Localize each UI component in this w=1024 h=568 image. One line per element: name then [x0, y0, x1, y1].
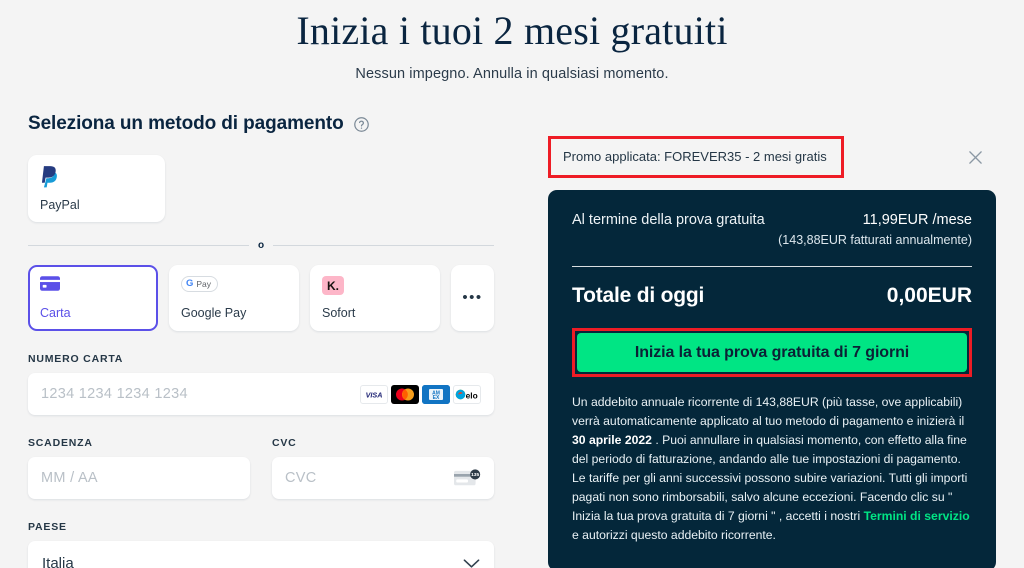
google-g-glyph: G	[186, 278, 194, 289]
divider-line-left	[28, 245, 249, 246]
credit-card-icon	[40, 276, 60, 291]
cvc-label: CVC	[272, 437, 297, 449]
mastercard-icon	[391, 384, 419, 404]
expiry-input[interactable]: MM / AA	[28, 457, 250, 499]
payment-tile-label: PayPal	[40, 198, 80, 212]
svg-text:elo: elo	[466, 390, 478, 400]
promo-applied-text: Promo applicata: FOREVER35 - 2 mesi grat…	[563, 149, 827, 164]
cvc-field-group: CVC CVC 135	[272, 437, 494, 499]
svg-text:135: 135	[471, 472, 479, 478]
payment-tile-label: Sofort	[322, 306, 356, 320]
svg-text:EX: EX	[433, 395, 440, 401]
monthly-price: 11,99EUR /mese	[862, 212, 972, 228]
klarna-icon: K.	[322, 276, 344, 295]
payment-tile-paypal[interactable]: PayPal	[28, 155, 165, 222]
summary-divider	[572, 266, 972, 267]
expiry-field-group: SCADENZA MM / AA	[28, 437, 250, 499]
card-number-input[interactable]: 1234 1234 1234 1234 VISA AM EX elo	[28, 373, 494, 415]
promo-row: Promo applicata: FOREVER35 - 2 mesi grat…	[548, 135, 996, 179]
fine-print-date: 30 aprile 2022	[572, 433, 652, 447]
more-payment-methods-button[interactable]: •••	[451, 265, 494, 331]
total-label: Totale di oggi	[572, 284, 705, 307]
expiry-cvc-row: SCADENZA MM / AA CVC CVC 135	[28, 437, 494, 499]
total-value: 0,00EUR	[886, 284, 972, 307]
google-pay-icon: G Pay	[181, 276, 219, 292]
order-summary-panel: Promo applicata: FOREVER35 - 2 mesi grat…	[548, 135, 996, 568]
annual-billing-note: (143,88EUR fatturati annualmente)	[778, 233, 972, 247]
payment-tile-label: Google Pay	[181, 306, 247, 320]
cvc-input[interactable]: CVC 135	[272, 457, 494, 499]
amex-icon: AM EX	[422, 384, 450, 404]
country-select[interactable]: Italia	[28, 541, 494, 568]
payment-tile-carta[interactable]: Carta	[28, 265, 158, 331]
payment-method-tiles: Carta G Pay Google Pay K. Sofort •••	[28, 265, 494, 331]
checkout-page: Inizia i tuoi 2 mesi gratuiti Nessun imp…	[0, 0, 1024, 568]
expiry-placeholder: MM / AA	[41, 470, 98, 486]
card-number-label: NUMERO CARTA	[28, 353, 124, 365]
visa-icon: VISA	[360, 384, 388, 404]
hero-section: Inizia i tuoi 2 mesi gratuiti Nessun imp…	[0, 0, 1024, 82]
terms-of-service-link[interactable]: Termini di servizio	[864, 509, 970, 523]
country-label: PAESE	[28, 521, 67, 533]
fine-print: Un addebito annuale ricorrente di 143,88…	[572, 393, 972, 545]
svg-text:VISA: VISA	[366, 390, 383, 399]
google-pay-text: Pay	[196, 278, 212, 289]
summary-card: Al termine della prova gratuita 11,99EUR…	[548, 190, 996, 568]
start-free-trial-button[interactable]: Inizia la tua prova gratuita di 7 giorni	[577, 333, 967, 372]
or-divider: o	[28, 240, 495, 251]
page-title: Inizia i tuoi 2 mesi gratuiti	[296, 8, 728, 53]
page-subtitle: Nessun impegno. Annulla in qualsiasi mom…	[355, 66, 669, 82]
or-label: o	[257, 240, 265, 251]
payment-tile-label: Carta	[40, 306, 71, 320]
cvc-placeholder: CVC	[285, 470, 317, 486]
cta-highlight: Inizia la tua prova gratuita di 7 giorni	[572, 328, 972, 377]
promo-applied-highlight: Promo applicata: FOREVER35 - 2 mesi grat…	[548, 136, 844, 178]
close-icon[interactable]	[968, 150, 983, 165]
payment-tile-google-pay[interactable]: G Pay Google Pay	[169, 265, 299, 331]
trial-end-label: Al termine della prova gratuita	[572, 212, 765, 228]
trial-price-row: Al termine della prova gratuita 11,99EUR…	[572, 212, 972, 247]
fine-print-part1: Un addebito annuale ricorrente di 143,88…	[572, 395, 965, 428]
payment-tile-sofort[interactable]: K. Sofort	[310, 265, 440, 331]
country-value: Italia	[42, 555, 74, 568]
payment-section-header: Seleziona un metodo di pagamento	[28, 113, 494, 135]
question-mark-circle-icon[interactable]	[353, 116, 370, 133]
chevron-down-icon	[463, 559, 480, 568]
payment-method-panel: Seleziona un metodo di pagamento PayPal …	[28, 113, 495, 568]
payment-section-title: Seleziona un metodo di pagamento	[28, 113, 344, 134]
country-field-group: PAESE Italia	[28, 521, 494, 568]
elo-icon: elo	[453, 384, 481, 404]
ellipsis-icon: •••	[462, 289, 483, 306]
card-cvc-icon: 135	[454, 468, 481, 485]
card-number-placeholder: 1234 1234 1234 1234	[41, 386, 188, 402]
total-row: Totale di oggi 0,00EUR	[572, 284, 972, 308]
fine-print-part3: e autorizzi questo addebito ricorrente.	[572, 528, 776, 542]
divider-line-right	[273, 245, 495, 246]
card-number-field-group: NUMERO CARTA 1234 1234 1234 1234 VISA AM…	[28, 353, 494, 415]
price-block: 11,99EUR /mese (143,88EUR fatturati annu…	[778, 212, 972, 247]
expiry-label: SCADENZA	[28, 437, 93, 449]
paypal-icon	[41, 166, 57, 188]
card-brand-icons: VISA AM EX elo	[360, 384, 481, 404]
